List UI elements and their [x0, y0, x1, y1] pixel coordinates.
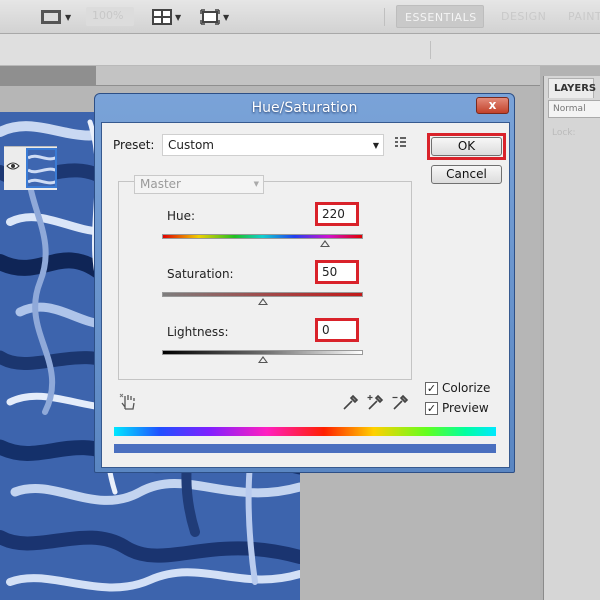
- close-icon: x: [488, 98, 497, 112]
- workspace-design-tab[interactable]: DESIGN: [493, 5, 554, 28]
- launch-bridge-button[interactable]: ▼: [40, 8, 71, 26]
- workspace-essentials-tab[interactable]: ESSENTIALS: [396, 5, 484, 28]
- lightness-label: Lightness:: [167, 325, 229, 339]
- eyedropper-icon[interactable]: [342, 393, 360, 414]
- preset-options-icon[interactable]: [394, 137, 407, 151]
- hue-saturation-dialog: Hue/Saturation x Preset: Custom ▼ OK Can…: [94, 93, 515, 473]
- close-button[interactable]: x: [476, 97, 509, 114]
- output-color-bar: [114, 444, 496, 453]
- edit-channel-select: Master ▼: [134, 175, 264, 194]
- preview-checkbox[interactable]: ✓: [425, 402, 438, 415]
- document-tab[interactable]: [0, 66, 96, 86]
- lightness-slider-thumb[interactable]: [257, 356, 268, 363]
- screen-mode-button[interactable]: ▼: [200, 8, 229, 26]
- chevron-down-icon: ▼: [65, 12, 72, 22]
- preview-label: Preview: [442, 401, 489, 415]
- saturation-slider-track[interactable]: [162, 292, 363, 297]
- screen-mode-icon: [200, 9, 220, 25]
- toolbar-divider: [384, 8, 385, 26]
- colorize-label: Colorize: [442, 381, 491, 395]
- blend-mode-select[interactable]: Normal: [548, 100, 600, 118]
- layers-panel: LAYERS Normal Lock:: [543, 76, 600, 600]
- options-bar: [0, 34, 600, 66]
- dialog-body: Preset: Custom ▼ OK Cancel Master ▼ Hue:…: [101, 122, 510, 468]
- eye-icon[interactable]: [6, 160, 20, 174]
- arrange-documents-button[interactable]: ▼: [152, 8, 181, 26]
- workspace-painting-tab[interactable]: PAINTI: [560, 5, 600, 28]
- hue-slider-thumb[interactable]: [319, 240, 330, 247]
- input-spectrum-bar: [114, 427, 496, 436]
- saturation-slider-thumb[interactable]: [257, 298, 268, 305]
- colorize-checkbox[interactable]: ✓: [425, 382, 438, 395]
- edit-channel-value: Master: [140, 177, 181, 191]
- grid-layout-icon: [152, 9, 172, 25]
- document-tab-strip: [0, 66, 540, 86]
- hue-input[interactable]: 220: [315, 202, 359, 226]
- eyedropper-subtract-icon[interactable]: [392, 393, 410, 414]
- cancel-button[interactable]: Cancel: [431, 165, 502, 184]
- preset-select[interactable]: Custom ▼: [162, 134, 384, 156]
- chevron-down-icon: ▼: [372, 141, 379, 150]
- on-image-adjustment-icon[interactable]: [119, 393, 137, 414]
- preset-label: Preset:: [113, 138, 155, 152]
- film-strip-icon: [41, 10, 61, 24]
- checkmark-icon: ✓: [426, 402, 437, 415]
- lightness-slider-track[interactable]: [162, 350, 363, 355]
- ok-button[interactable]: OK: [431, 137, 502, 156]
- checkmark-icon: ✓: [426, 382, 437, 395]
- chevron-down-icon: ▼: [223, 12, 230, 22]
- hue-label: Hue:: [167, 209, 196, 223]
- saturation-input[interactable]: 50: [315, 260, 359, 284]
- layer-thumbnail[interactable]: [26, 148, 57, 188]
- saturation-label: Saturation:: [167, 267, 234, 281]
- zoom-level-field[interactable]: 100%: [86, 7, 134, 26]
- lightness-input[interactable]: 0: [315, 318, 359, 342]
- hue-slider-track[interactable]: [162, 234, 363, 239]
- layers-tab[interactable]: LAYERS: [548, 78, 596, 98]
- chevron-down-icon: ▼: [175, 12, 182, 22]
- chevron-down-icon: ▼: [253, 180, 259, 188]
- options-divider: [430, 41, 431, 59]
- lock-label: Lock:: [552, 128, 576, 138]
- dialog-title: Hue/Saturation: [251, 100, 358, 116]
- eyedropper-add-icon[interactable]: [367, 393, 385, 414]
- application-bar: ▼ 100% ▼ ▼ ESSENTIALS DESIGN PAINTI: [0, 0, 600, 34]
- preset-value: Custom: [168, 138, 214, 152]
